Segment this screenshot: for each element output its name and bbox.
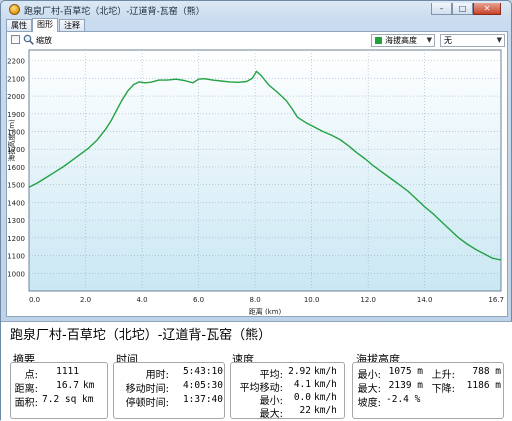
app-icon [9, 4, 20, 15]
descent-label: 下降: [431, 384, 455, 395]
area-label: 面积: [14, 398, 38, 409]
x-tick-label: 16.7 [488, 296, 504, 304]
x-tick-label: 12.0 [360, 296, 376, 304]
x-tick-label: 2.0 [80, 296, 91, 304]
min-altitude-label: 最小: [357, 370, 381, 381]
speed-group: 平均: 2.92 km/h 平均移动: 4.1 km/h 最小: 0.0 km/… [230, 362, 345, 420]
overview-group: 点: 1111 距离: 16.7 km 面积: 7.2 sq km [10, 362, 108, 419]
y-tick-label: 1500 [7, 182, 25, 190]
stopped-time-value: 1:37:40 [182, 394, 223, 405]
title-bar[interactable]: 跑泉厂村-百草坨（北坨）-辽道背-瓦窑（熊） – □ ✕ [5, 2, 509, 17]
minimize-button[interactable]: – [431, 3, 452, 15]
plot-area [28, 49, 502, 292]
series-color-swatch [375, 37, 382, 44]
magnifier-icon [23, 34, 34, 45]
min-altitude-value: 1075 m [388, 366, 423, 377]
area-value: 7.2 sq km [42, 394, 94, 405]
tab-graph[interactable]: 图形 [32, 18, 58, 32]
elevation-chart: 1000110012001300140015001600170018001900… [7, 49, 504, 316]
caption-buttons: – □ ✕ [431, 3, 501, 16]
y-tick-label: 1900 [7, 111, 25, 119]
max-altitude-value: 2139 m [388, 380, 423, 391]
x-tick-label: 14.0 [417, 296, 433, 304]
route-name: 跑泉厂村-百草坨（北坨）-辽道背-瓦窑（熊） [10, 328, 272, 343]
elapsed-value: 5:43:10 [182, 366, 223, 377]
max-altitude-label: 最大: [357, 384, 381, 395]
graph-pane: 缩放 海拔高度 ▼ 无 ▼ 1000 1100 1200 1300 1400 1500 16… [6, 31, 508, 317]
moving-time-value: 4:05:30 [182, 380, 223, 391]
window-title: 跑泉厂村-百草坨（北坨）-辽道背-瓦窑（熊） [24, 7, 205, 17]
secondary-select-value: 无 [444, 36, 452, 45]
y-tick-label: 1000 [7, 270, 25, 278]
y-tick-label: 1300 [7, 217, 25, 225]
avg-speed-value: 2.92 [288, 366, 311, 377]
avg-moving-speed-unit: km/h [314, 379, 337, 390]
distance-value: 16.7 [56, 380, 79, 391]
min-speed-unit: km/h [314, 392, 337, 403]
x-tick-label: 10.0 [304, 296, 320, 304]
max-speed-value: 22 [299, 405, 311, 416]
main-window: 跑泉厂村-百草坨（北坨）-辽道背-瓦窑（熊） – □ ✕ 属性 图形 注释 缩放… [0, 0, 512, 421]
min-speed-value: 0.0 [293, 392, 311, 403]
close-button[interactable]: ✕ [473, 3, 501, 15]
elapsed-label: 用时: [145, 370, 169, 381]
descent-value: 1186 m [466, 380, 501, 391]
zoom-label: 缩放 [36, 36, 52, 45]
moving-time-label: 移动时间: [125, 384, 169, 395]
y-tick-label: 1600 [7, 164, 25, 172]
y-tick-label: 1100 [7, 253, 25, 261]
series-select-value: 海拔高度 [385, 36, 417, 45]
chevron-down-icon: ▼ [496, 36, 502, 44]
x-tick-label: 0.0 [29, 296, 40, 304]
avg-moving-speed-value: 4.1 [293, 379, 311, 390]
y-tick-label: 2000 [7, 93, 25, 101]
x-tick-label: 4.0 [136, 296, 147, 304]
points-value: 1111 [56, 366, 79, 377]
tab-properties[interactable]: 属性 [6, 19, 32, 31]
x-tick-label: 6.0 [193, 296, 204, 304]
stopped-time-label: 停顿时间: [125, 398, 169, 409]
points-label: 点: [24, 370, 38, 381]
x-axis-label: 距离 (km) [249, 307, 282, 316]
tab-notes[interactable]: 注释 [59, 19, 85, 31]
zoom-checkbox[interactable] [11, 35, 20, 44]
x-tick-label: 8.0 [250, 296, 261, 304]
grade-value: -2.4 % [386, 394, 421, 405]
chevron-down-icon: ▼ [426, 36, 432, 44]
altitude-group: 最小: 1075 m 上升: 788 m 最大: 2139 m 下降: 1186… [352, 362, 504, 419]
y-tick-label: 1200 [7, 235, 25, 243]
y-tick-label: 2200 [7, 58, 25, 66]
ascent-label: 上升: [431, 370, 455, 381]
avg-speed-unit: km/h [314, 366, 337, 377]
ascent-value: 788 m [472, 366, 501, 377]
distance-label: 距离: [14, 384, 38, 395]
max-speed-unit: km/h [314, 405, 337, 416]
maximize-button[interactable]: □ [452, 3, 473, 15]
time-group: 用时: 5:43:10 移动时间: 4:05:30 停顿时间: 1:37:40 [113, 362, 225, 419]
summary-panel: 跑泉厂村-百草坨（北坨）-辽道背-瓦窑（熊） 摘要 时间 速度 海拔高度 点: … [1, 321, 512, 421]
y-tick-label: 2100 [7, 75, 25, 83]
grade-label: 坡度: [357, 398, 381, 409]
max-speed-label: 最大: [259, 409, 283, 420]
distance-unit: km [83, 380, 95, 391]
y-axis-label: 海拔高度 (m) [7, 119, 16, 162]
y-tick-label: 1400 [7, 199, 25, 207]
